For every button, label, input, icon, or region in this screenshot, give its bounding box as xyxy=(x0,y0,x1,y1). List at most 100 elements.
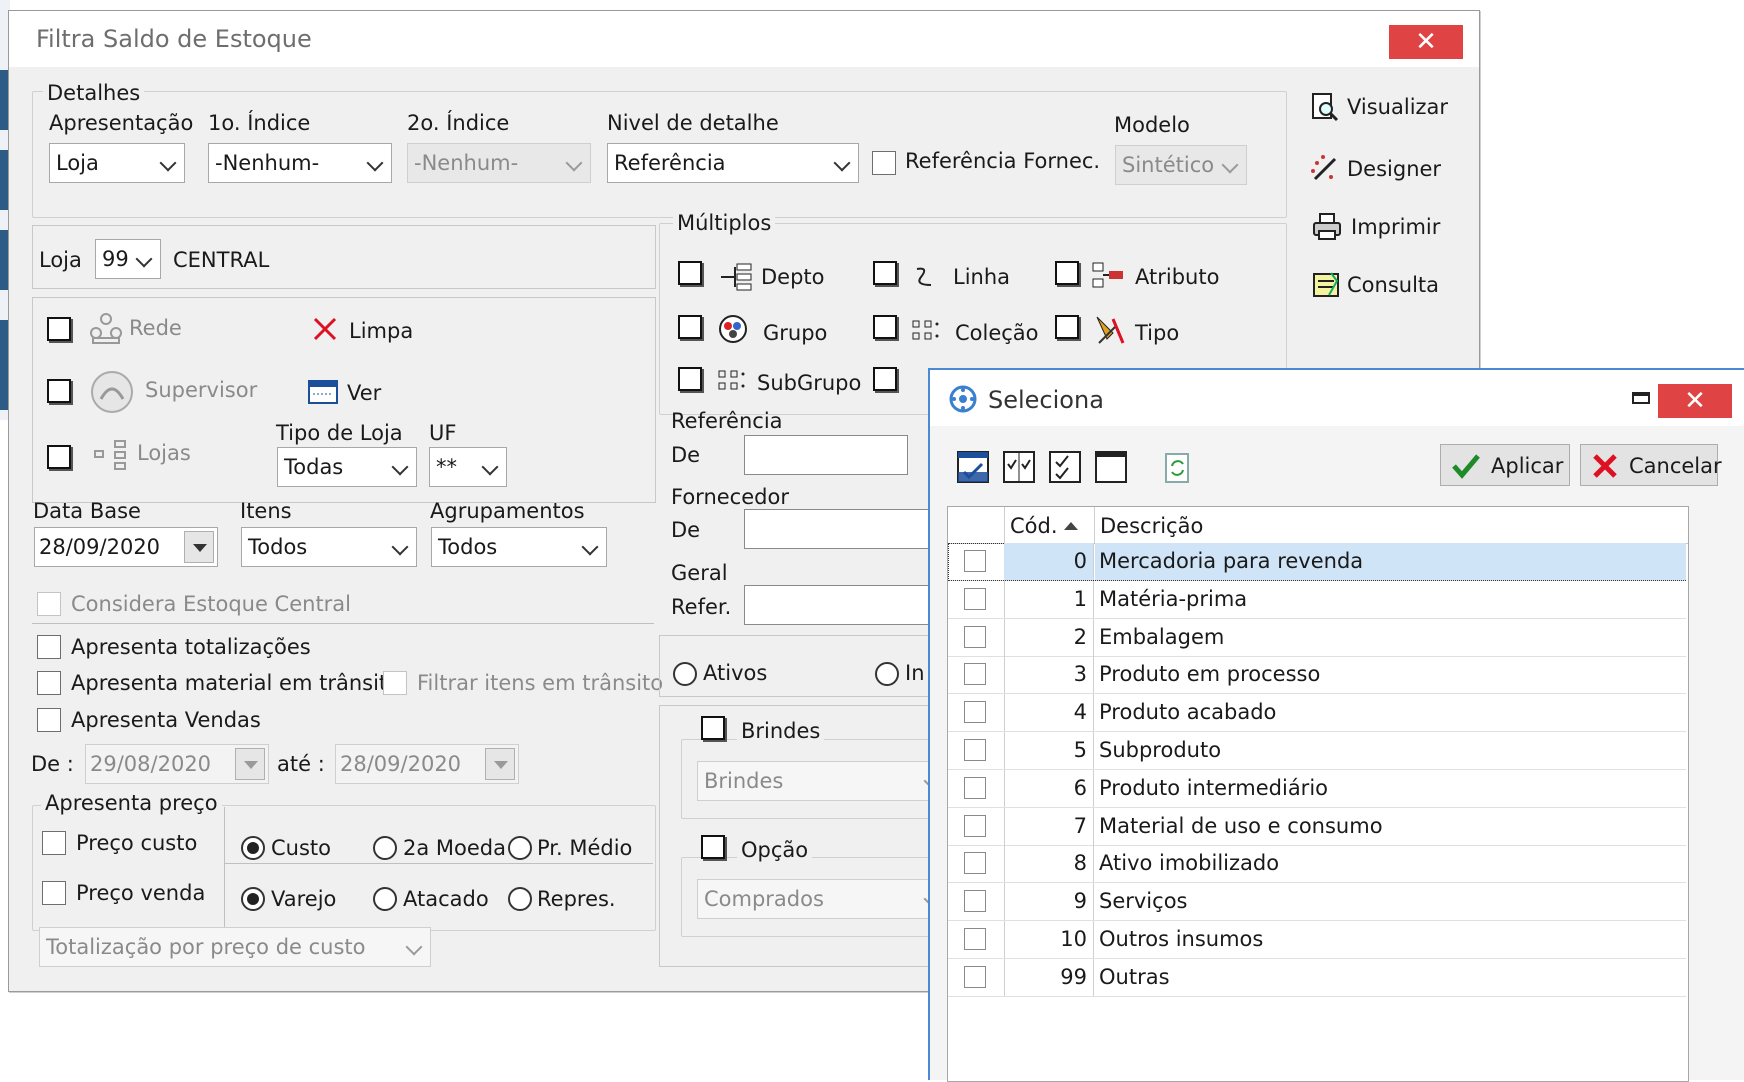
row-checkbox[interactable] xyxy=(964,739,986,761)
row-checkbox[interactable] xyxy=(964,852,986,875)
loja-select[interactable]: 99 xyxy=(95,239,161,279)
table-row[interactable]: 6 Produto intermediário xyxy=(948,769,1686,808)
desc-cell: Mercadoria para revenda xyxy=(1095,543,1686,580)
apresenta-totalizacoes-checkbox[interactable] xyxy=(37,635,61,659)
rede-checkbox[interactable] xyxy=(47,317,71,341)
apresenta-vendas-checkbox[interactable] xyxy=(37,708,61,732)
table-row[interactable]: 2 Embalagem xyxy=(948,618,1686,657)
row-checkbox[interactable] xyxy=(964,625,986,648)
ver-button[interactable]: Ver xyxy=(307,375,417,411)
chevron-down-icon xyxy=(481,458,499,476)
indice1-select[interactable]: -Nenhum- xyxy=(208,143,392,183)
referencia-de-input[interactable] xyxy=(744,435,908,475)
check-column-icon[interactable] xyxy=(1002,450,1036,484)
clear-selection-icon[interactable] xyxy=(1094,450,1128,484)
seleciona-close-button[interactable]: ✕ xyxy=(1658,384,1732,418)
preco-custo-checkbox[interactable] xyxy=(42,831,66,855)
table-row[interactable]: 9 Serviços xyxy=(948,883,1686,922)
imprimir-button[interactable]: Imprimir xyxy=(1309,209,1449,245)
row-checkbox[interactable] xyxy=(964,814,986,837)
multiplos-partial-checkbox[interactable] xyxy=(873,367,897,391)
ref-fornec-checkbox[interactable] xyxy=(872,151,896,175)
calendar-dropdown-icon[interactable] xyxy=(184,531,214,563)
repres-radio[interactable] xyxy=(508,887,532,911)
consulta-button[interactable]: Consulta xyxy=(1309,267,1449,303)
row-checkbox[interactable] xyxy=(964,776,986,799)
tipo-checkbox[interactable] xyxy=(1055,315,1079,339)
row-checkbox[interactable] xyxy=(964,965,986,988)
fornecedor-de-input[interactable] xyxy=(744,509,944,549)
table-row[interactable]: 8 Ativo imobilizado xyxy=(948,845,1686,884)
custo-radio[interactable] xyxy=(241,836,265,860)
supervisor-icon xyxy=(91,371,133,413)
itens-select[interactable]: Todos xyxy=(241,527,417,567)
apresenta-totalizacoes-label: Apresenta totalizações xyxy=(71,635,311,659)
data-base-picker[interactable]: 28/09/2020 xyxy=(34,527,218,567)
preco-venda-checkbox[interactable] xyxy=(42,881,66,905)
atributo-checkbox[interactable] xyxy=(1055,261,1079,285)
brindes-value: Brindes xyxy=(704,769,784,793)
grupo-checkbox[interactable] xyxy=(678,315,702,339)
designer-button[interactable]: Designer xyxy=(1309,151,1449,187)
table-row[interactable]: 1 Matéria-prima xyxy=(948,580,1686,619)
apresenta-preco-legend: Apresenta preço xyxy=(41,791,222,815)
table-row[interactable]: 4 Produto acabado xyxy=(948,694,1686,733)
subgrupo-checkbox[interactable] xyxy=(678,367,702,391)
refresh-icon[interactable] xyxy=(1164,452,1192,484)
supervisor-checkbox[interactable] xyxy=(47,379,71,403)
table-row[interactable]: 99 Outras xyxy=(948,958,1686,997)
desc-cell: Ativo imobilizado xyxy=(1099,851,1280,876)
table-row[interactable]: 7 Material de uso e consumo xyxy=(948,807,1686,846)
row-checkbox[interactable] xyxy=(964,663,986,686)
visualizar-button[interactable]: Visualizar xyxy=(1309,89,1449,125)
col-desc-header[interactable]: Descrição xyxy=(1100,514,1203,538)
cancelar-button[interactable]: Cancelar xyxy=(1580,444,1722,486)
agrupamentos-select[interactable]: Todos xyxy=(431,527,607,567)
itens-label: Itens xyxy=(240,499,292,523)
geral-refer-input[interactable] xyxy=(744,585,944,625)
table-row[interactable]: 10 Outros insumos xyxy=(948,921,1686,959)
lojas-checkbox[interactable] xyxy=(47,445,71,469)
tipo-loja-select[interactable]: Todas xyxy=(277,447,417,487)
pr-medio-radio[interactable] xyxy=(508,836,532,860)
limpa-button[interactable]: Limpa xyxy=(311,313,421,349)
window-close-button[interactable]: ✕ xyxy=(1389,25,1463,59)
row-checkbox[interactable] xyxy=(964,587,986,610)
apresenta-preco-group xyxy=(32,805,656,931)
depto-checkbox[interactable] xyxy=(678,261,702,285)
2a-moeda-radio[interactable] xyxy=(373,836,397,860)
inativos-radio[interactable] xyxy=(875,662,899,686)
row-checkbox[interactable] xyxy=(964,928,986,950)
aplicar-button[interactable]: Aplicar xyxy=(1440,444,1570,486)
col-cod-header[interactable]: Cód. xyxy=(1010,514,1058,538)
apresentacao-select[interactable]: Loja xyxy=(49,143,185,183)
desc-cell: Outras xyxy=(1099,964,1170,989)
inativos-label: In xyxy=(905,661,925,685)
group-icon xyxy=(719,315,747,343)
lojas-label: Lojas xyxy=(137,441,191,465)
varejo-radio[interactable] xyxy=(241,887,265,911)
table-row[interactable]: 0 Mercadoria para revenda xyxy=(948,543,1686,581)
row-check-cell xyxy=(948,543,1005,580)
ate-label: até : xyxy=(277,752,325,776)
apresenta-vendas-label: Apresenta Vendas xyxy=(71,708,261,732)
nivel-select[interactable]: Referência xyxy=(607,143,859,183)
linha-checkbox[interactable] xyxy=(873,261,897,285)
atacado-radio[interactable] xyxy=(373,887,397,911)
row-checkbox[interactable] xyxy=(964,701,986,724)
brindes-checkbox[interactable] xyxy=(701,716,725,740)
row-checkbox[interactable] xyxy=(964,550,986,572)
table-row[interactable]: 5 Subproduto xyxy=(948,732,1686,770)
apresentacao-value: Loja xyxy=(56,151,99,175)
colecao-checkbox[interactable] xyxy=(873,315,897,339)
row-checkbox[interactable] xyxy=(964,890,986,913)
preview-icon xyxy=(1312,93,1339,122)
table-row[interactable]: 3 Produto em processo xyxy=(948,656,1686,695)
apresenta-transito-checkbox[interactable] xyxy=(37,671,61,695)
fornecedor-legend: Fornecedor xyxy=(671,485,789,509)
check-list-icon[interactable] xyxy=(1048,450,1082,484)
opcao-checkbox[interactable] xyxy=(701,835,725,859)
select-all-icon[interactable] xyxy=(956,450,990,484)
ativos-radio[interactable] xyxy=(673,662,697,686)
uf-select[interactable]: ** xyxy=(429,447,507,487)
